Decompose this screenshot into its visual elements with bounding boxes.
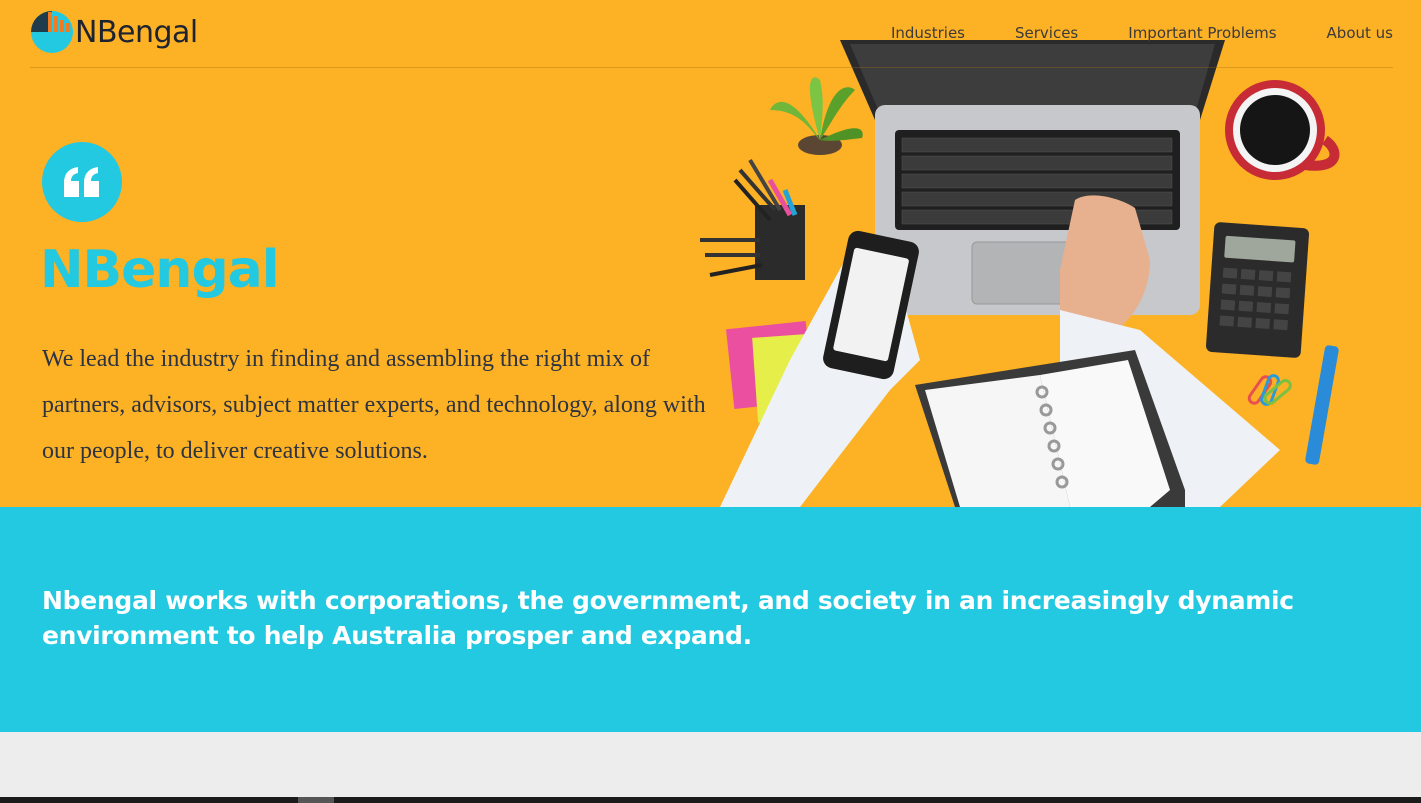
calculator-icon xyxy=(1205,222,1310,358)
nav-item-services[interactable]: Services xyxy=(1015,24,1078,42)
site-logo[interactable]: NBengal xyxy=(30,10,198,54)
main-nav: Industries Services Important Problems A… xyxy=(891,24,1393,42)
plant-icon xyxy=(770,77,863,155)
header-divider xyxy=(30,67,1393,68)
paper-clips-icon xyxy=(1247,374,1292,406)
hero-description: We lead the industry in finding and asse… xyxy=(42,346,706,464)
chart-logo-icon xyxy=(30,10,74,54)
coffee-mug-icon xyxy=(1225,80,1340,180)
mission-band: Nbengal works with corporations, the gov… xyxy=(0,507,1421,732)
marker-icon xyxy=(1305,345,1339,465)
nav-item-important-problems[interactable]: Important Problems xyxy=(1128,24,1276,42)
hero-title: NBengal xyxy=(40,240,280,300)
hero-section: NBengal Industries Services Important Pr… xyxy=(0,0,1421,507)
footer-bar xyxy=(0,797,1421,803)
desk-workspace-illustration xyxy=(700,40,1340,507)
footer-tab[interactable] xyxy=(298,797,334,803)
pencil-holder-icon xyxy=(700,158,805,280)
nav-item-about-us[interactable]: About us xyxy=(1327,24,1393,42)
site-header: NBengal Industries Services Important Pr… xyxy=(0,0,1421,68)
mission-headline: Nbengal works with corporations, the gov… xyxy=(42,586,1294,650)
content-area xyxy=(0,732,1421,798)
nav-item-industries[interactable]: Industries xyxy=(891,24,965,42)
quote-icon xyxy=(42,142,122,222)
logo-text: NBengal xyxy=(75,14,198,50)
